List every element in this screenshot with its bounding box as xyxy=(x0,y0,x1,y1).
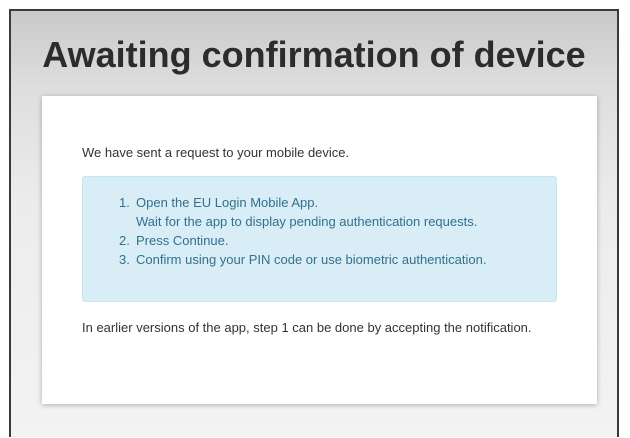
confirmation-card: We have sent a request to your mobile de… xyxy=(42,96,597,404)
legacy-note: In earlier versions of the app, step 1 c… xyxy=(82,320,532,335)
step-text: Confirm using your PIN code or use biome… xyxy=(136,250,486,269)
instructions-panel: 1. Open the EU Login Mobile App. Wait fo… xyxy=(82,176,557,302)
step-number: 3. xyxy=(119,252,130,267)
page-title: Awaiting confirmation of device xyxy=(42,34,586,75)
step-text: Open the EU Login Mobile App. Wait for t… xyxy=(136,193,477,231)
step-line: Press Continue. xyxy=(136,233,229,248)
step-text: Press Continue. xyxy=(136,231,229,250)
step-line: Open the EU Login Mobile App. xyxy=(136,195,319,210)
step-number: 1. xyxy=(119,195,130,210)
step-item-1: 1. Open the EU Login Mobile App. Wait fo… xyxy=(119,193,486,231)
step-item-3: 3. Confirm using your PIN code or use bi… xyxy=(119,250,486,269)
step-item-2: 2. Press Continue. xyxy=(119,231,486,250)
step-line: Confirm using your PIN code or use biome… xyxy=(136,252,487,267)
browser-viewport: Awaiting confirmation of device We have … xyxy=(9,9,619,437)
step-line: Wait for the app to display pending auth… xyxy=(136,214,478,229)
intro-text: We have sent a request to your mobile de… xyxy=(82,145,350,160)
step-number: 2. xyxy=(119,233,130,248)
steps-list: 1. Open the EU Login Mobile App. Wait fo… xyxy=(119,193,486,269)
